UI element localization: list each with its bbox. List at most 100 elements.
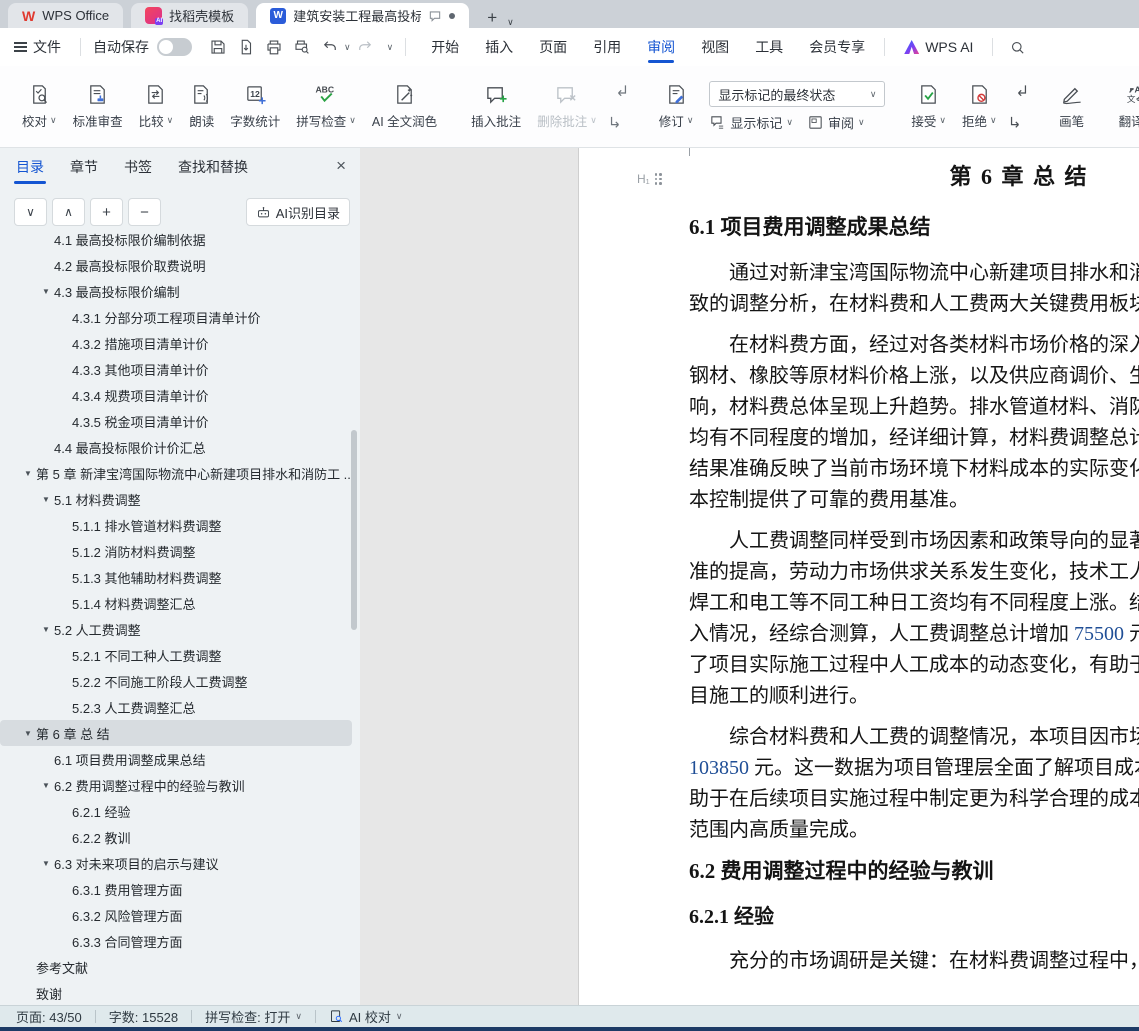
ai-recognize-toc-button[interactable]: AI识别目录 (245, 198, 350, 226)
autosave-toggle[interactable] (157, 38, 192, 56)
menu-reference[interactable]: 引用 (580, 28, 634, 66)
text-line[interactable]: 通过对新津宝湾国际物流中心新建项目排水和消防工程费 (579, 258, 1139, 289)
search-button[interactable] (1003, 34, 1031, 60)
sidebar-scrollbar[interactable] (351, 430, 357, 630)
text-line[interactable]: 焊工和电工等不同工种日工资均有不同程度上涨。结合不同施工 (579, 588, 1139, 619)
tab-active-document[interactable]: W 建筑安装工程最高投标限价编 (256, 3, 470, 28)
toc-item[interactable]: 5.1.3 其他辅助材料费调整 (0, 564, 352, 590)
toc-item[interactable]: ▼ 6.2 费用调整过程中的经验与教训 (0, 772, 352, 798)
text-line[interactable]: 在材料费方面，经过对各类材料市场价格的深入调研与精准 (579, 330, 1139, 361)
section-heading[interactable]: 6.1 项目费用调整成果总结 (579, 212, 1139, 242)
toc-item[interactable]: 4.3.3 其他项目清单计价 (0, 356, 352, 382)
sidebar-tab-bookmarks[interactable]: 书签 (122, 148, 154, 186)
markup-state-dropdown[interactable]: 显示标记的最终状态 ∨ (709, 81, 886, 107)
section-heading[interactable]: 6.2 费用调整过程中的经验与教训 (579, 856, 1139, 886)
toc-item[interactable]: 4.1 最高投标限价编制依据 (0, 232, 352, 252)
toc-item[interactable]: ▼ 4.3 最高投标限价编制 (0, 278, 352, 304)
text-line[interactable]: 入情况，经综合测算，人工费调整总计增加 75500 元。这一调 (579, 619, 1139, 650)
toc-item[interactable]: 4.2 最高投标限价取费说明 (0, 252, 352, 278)
text-line[interactable]: 了项目实际施工过程中人工成本的动态变化，有助于合理安排人 (579, 650, 1139, 681)
save-button[interactable] (204, 34, 232, 60)
menu-page[interactable]: 页面 (526, 28, 580, 66)
previous-comment-button[interactable] (607, 81, 631, 103)
compare-button[interactable]: 比较 ∨ (131, 79, 182, 134)
toc-item[interactable]: 4.3.5 税金项目清单计价 (0, 408, 352, 434)
text-line[interactable]: 目施工的顺利进行。 (579, 681, 1139, 712)
tab-docer-templates[interactable]: AI 找稻壳模板 (131, 3, 249, 28)
redo-button[interactable] (351, 34, 379, 60)
toc-expand-arrow-icon[interactable]: ▼ (38, 287, 54, 296)
track-changes-button[interactable]: 修订 ∨ (651, 79, 702, 134)
toc-expand-arrow-icon[interactable]: ▼ (20, 469, 36, 478)
toc-item[interactable]: 6.1 项目费用调整成果总结 (0, 746, 352, 772)
toc-item[interactable]: 4.3.2 措施项目清单计价 (0, 330, 352, 356)
toc-item[interactable]: 参考文献 (0, 954, 352, 980)
menu-view[interactable]: 视图 (688, 28, 742, 66)
print-button[interactable] (260, 34, 288, 60)
spell-check-button[interactable]: ABC 拼写检查 ∨ (288, 79, 364, 134)
export-pdf-button[interactable] (232, 34, 260, 60)
sidebar-tab-contents[interactable]: 目录 (14, 148, 46, 186)
toc-item[interactable]: ▼ 第 5 章 新津宝湾国际物流中心新建项目排水和消防工 ... (0, 460, 352, 486)
next-change-button[interactable] (1007, 111, 1031, 133)
expand-all-button[interactable]: ∧ (52, 198, 85, 226)
toc-item[interactable]: 4.3.4 规费项目清单计价 (0, 382, 352, 408)
page-indicator[interactable]: 页面: 43/50 (16, 1007, 82, 1026)
toc-expand-arrow-icon[interactable]: ▼ (38, 625, 54, 634)
insert-comment-button[interactable]: 插入批注 (463, 79, 529, 134)
reject-button[interactable]: 拒绝 ∨ (954, 79, 1005, 134)
text-line[interactable]: 结果准确反映了当前市场环境下材料成本的实际变化，为项目后 (579, 454, 1139, 485)
tab-wps-office[interactable]: W WPS Office (8, 3, 124, 28)
toc-item[interactable]: ▼ 第 6 章 总 结 (0, 720, 352, 746)
more-commands-chevron-icon[interactable]: ∨ (387, 42, 394, 52)
toc-item[interactable]: ▼ 6.3 对未来项目的启示与建议 (0, 850, 352, 876)
menu-tools[interactable]: 工具 (742, 28, 796, 66)
toc-item[interactable]: ▼ 5.2 人工费调整 (0, 616, 352, 642)
translate-button[interactable]: A文 翻译∨ (1111, 79, 1139, 134)
text-line[interactable]: 钢材、橡胶等原材料价格上涨，以及供应商调价、生产厂家提高 (579, 361, 1139, 392)
print-preview-button[interactable] (288, 34, 316, 60)
section-heading[interactable]: 6.2.1 经验 (579, 902, 1139, 932)
tab-list-chevron-icon[interactable]: ∨ (507, 17, 514, 28)
toc-item[interactable]: 5.1.4 材料费调整汇总 (0, 590, 352, 616)
word-count-indicator[interactable]: 字数: 15528 (109, 1007, 178, 1026)
toc-item[interactable]: 6.3.1 费用管理方面 (0, 876, 352, 902)
toc-item[interactable]: 6.2.2 教训 (0, 824, 352, 850)
heading-drag-handle[interactable]: H₁ (637, 172, 662, 186)
standard-review-button[interactable]: 标准审查 (65, 79, 131, 134)
toc-item[interactable]: 4.3.1 分部分项工程项目清单计价 (0, 304, 352, 330)
toc-item[interactable]: 6.3.2 风险管理方面 (0, 902, 352, 928)
toc-item[interactable]: 4.4 最高投标限价计价汇总 (0, 434, 352, 460)
menu-insert[interactable]: 插入 (472, 28, 526, 66)
text-line[interactable]: 助于在后续项目实施过程中制定更为科学合理的成本控制策略， (579, 784, 1139, 815)
toc-item[interactable]: 5.2.3 人工费调整汇总 (0, 694, 352, 720)
accept-button[interactable]: 接受 ∨ (903, 79, 954, 134)
menu-member[interactable]: 会员专享 (796, 28, 878, 66)
text-line[interactable]: 综合材料费和人工费的调整情况，本项目因市场因素导致 (579, 722, 1139, 753)
file-menu[interactable]: 文件 (0, 28, 74, 66)
collapse-all-button[interactable]: ∨ (14, 198, 47, 226)
toc-expand-arrow-icon[interactable]: ▼ (38, 495, 54, 504)
sidebar-tab-sections[interactable]: 章节 (68, 148, 100, 186)
undo-button[interactable] (316, 34, 344, 60)
proofread-button[interactable]: 校对 ∨ (14, 79, 65, 134)
text-line[interactable]: 准的提高，劳动力市场供求关系发生变化，技术工人需求增加， (579, 557, 1139, 588)
menu-start[interactable]: 开始 (418, 28, 472, 66)
close-sidebar-icon[interactable]: × (336, 156, 346, 176)
toc-item[interactable]: 6.2.1 经验 (0, 798, 352, 824)
next-comment-button[interactable] (607, 111, 631, 133)
toc-expand-arrow-icon[interactable]: ▼ (38, 859, 54, 868)
ai-proof-indicator[interactable]: AI 校对 ∨ (329, 1007, 402, 1026)
word-count-button[interactable]: 12 字数统计 (222, 79, 288, 134)
zoom-in-button[interactable]: + (90, 198, 123, 226)
toc-item[interactable]: 致谢 (0, 980, 352, 1005)
toc-item[interactable]: 5.1.2 消防材料费调整 (0, 538, 352, 564)
new-tab-button[interactable]: + (483, 8, 501, 28)
menu-review[interactable]: 审阅 (634, 28, 688, 66)
text-line[interactable]: 103850 元。这一数据为项目管理层全面了解项目成本变化提供 (579, 753, 1139, 784)
read-aloud-button[interactable]: 朗读 (181, 79, 222, 134)
text-line[interactable]: 响，材料费总体呈现上升趋势。排水管道材料、消防材料以及其 (579, 392, 1139, 423)
show-markup-button[interactable]: 显示标记 ∨ (709, 113, 793, 132)
toc-expand-arrow-icon[interactable]: ▼ (38, 781, 54, 790)
zoom-out-button[interactable]: − (128, 198, 161, 226)
